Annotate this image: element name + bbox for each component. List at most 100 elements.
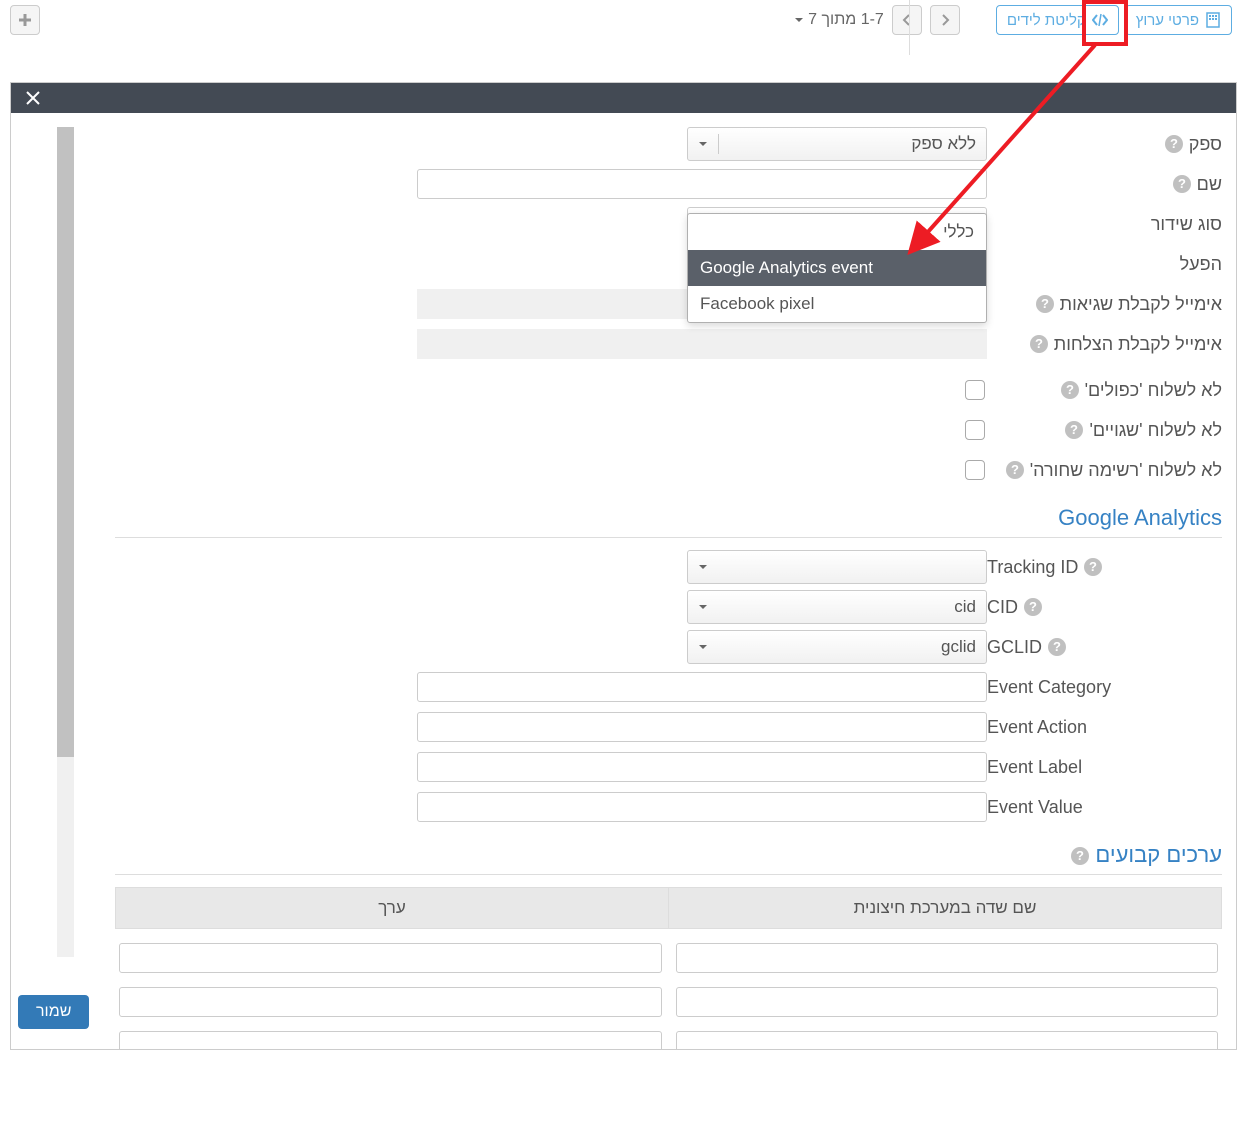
close-button[interactable] xyxy=(21,86,45,110)
lead-intake-button[interactable]: קליטת לידים xyxy=(996,5,1119,35)
help-icon[interactable]: ? xyxy=(1061,381,1079,399)
building-icon xyxy=(1205,12,1221,28)
pager-dropdown[interactable]: 1-7 מתוך 7 xyxy=(794,11,884,29)
supplier-label: ספק xyxy=(1189,134,1222,155)
chevron-left-icon xyxy=(901,14,913,26)
help-icon[interactable]: ? xyxy=(1065,421,1083,439)
event-value-label: Event Value xyxy=(987,797,1083,818)
section-divider xyxy=(115,537,1222,538)
svg-text:?: ? xyxy=(1076,848,1084,863)
ga-section-heading: Google Analytics xyxy=(91,505,1222,533)
help-icon[interactable]: ? xyxy=(1030,335,1048,353)
fixed-values-heading: ערכים קבועים ? xyxy=(91,842,1222,870)
activate-label: הפעל xyxy=(1180,254,1222,275)
section-divider xyxy=(115,874,1222,875)
caret-down-icon xyxy=(698,562,708,572)
event-category-input[interactable] xyxy=(417,672,987,702)
field-value-input[interactable] xyxy=(119,1031,662,1049)
fixed-values-heading-text: ערכים קבועים xyxy=(1095,842,1222,867)
svg-text:?: ? xyxy=(1178,176,1186,191)
name-label: שם xyxy=(1197,174,1222,195)
toolbar-divider xyxy=(909,0,910,55)
field-value-input[interactable] xyxy=(119,987,662,1017)
help-icon[interactable]: ? xyxy=(1036,295,1054,313)
field-name-input[interactable] xyxy=(676,943,1219,973)
dropdown-item-ga-event[interactable]: Google Analytics event xyxy=(688,250,986,286)
supplier-value: ללא ספק xyxy=(911,134,976,154)
help-icon[interactable]: ? xyxy=(1024,598,1042,616)
success-email-label: אימייל לקבלת הצלחות xyxy=(1054,334,1222,355)
svg-text:?: ? xyxy=(1053,639,1061,654)
svg-text:?: ? xyxy=(1170,136,1178,151)
code-icon xyxy=(1092,12,1108,28)
help-icon[interactable]: ? xyxy=(1084,558,1102,576)
chevron-right-icon xyxy=(939,14,951,26)
table-row xyxy=(115,1031,1222,1049)
help-icon[interactable]: ? xyxy=(1173,175,1191,193)
caret-down-icon xyxy=(698,642,708,652)
help-icon[interactable]: ? xyxy=(1165,135,1183,153)
help-icon[interactable]: ? xyxy=(1048,638,1066,656)
caret-down-icon xyxy=(698,602,708,612)
table-row xyxy=(115,987,1222,1017)
dropdown-item-general[interactable]: כללי xyxy=(688,214,986,250)
nav-prev-button[interactable] xyxy=(930,5,960,35)
add-button[interactable] xyxy=(10,5,40,35)
field-name-input[interactable] xyxy=(676,1031,1219,1049)
cid-select[interactable]: cid xyxy=(687,590,987,624)
channel-details-label: פרטי ערוץ xyxy=(1136,12,1199,29)
name-input[interactable] xyxy=(417,169,987,199)
no-duplicates-checkbox[interactable] xyxy=(965,380,985,400)
dropdown-item-fb-pixel[interactable]: Facebook pixel xyxy=(688,286,986,322)
event-value-input[interactable] xyxy=(417,792,987,822)
modal-body: ספק ? ללא ספק שם ? xyxy=(11,113,1236,1049)
cid-value: cid xyxy=(954,597,976,617)
gclid-value: gclid xyxy=(941,637,976,657)
caret-down-icon xyxy=(794,15,804,25)
event-label-label: Event Label xyxy=(987,757,1082,778)
svg-text:?: ? xyxy=(1041,296,1049,311)
no-blacklist-label: לא לשלוח 'רשימה שחורה' xyxy=(1030,460,1222,481)
close-icon xyxy=(24,89,42,107)
no-errors-label: לא לשלוח 'שגויים' xyxy=(1089,420,1222,441)
svg-text:?: ? xyxy=(1029,599,1037,614)
broadcast-type-label: סוג שידור xyxy=(1151,214,1222,235)
gclid-select[interactable]: gclid xyxy=(687,630,987,664)
channel-details-button[interactable]: פרטי ערוץ xyxy=(1125,5,1232,35)
lead-intake-label: קליטת לידים xyxy=(1007,12,1086,29)
supplier-select[interactable]: ללא ספק xyxy=(687,127,987,161)
svg-text:?: ? xyxy=(1011,462,1019,477)
broadcast-type-dropdown: כללי Google Analytics event Facebook pix… xyxy=(687,213,987,323)
error-email-label: אימייל לקבלת שגיאות xyxy=(1060,294,1222,315)
svg-text:?: ? xyxy=(1070,422,1078,437)
scrollbar-thumb[interactable] xyxy=(57,127,74,757)
table-row xyxy=(115,943,1222,973)
tracking-id-label: Tracking ID xyxy=(987,557,1078,578)
svg-text:?: ? xyxy=(1066,382,1074,397)
save-button[interactable]: שמור xyxy=(18,995,89,1029)
event-category-label: Event Category xyxy=(987,677,1111,698)
nav-next-button[interactable] xyxy=(892,5,922,35)
svg-text:?: ? xyxy=(1089,559,1097,574)
no-errors-checkbox[interactable] xyxy=(965,420,985,440)
plus-icon xyxy=(18,13,32,27)
field-name-input[interactable] xyxy=(676,987,1219,1017)
event-action-label: Event Action xyxy=(987,717,1087,738)
field-value-input[interactable] xyxy=(119,943,662,973)
col-field-header: שם שדה במערכת חיצונית xyxy=(668,888,1221,928)
modal-dialog: ספק ? ללא ספק שם ? xyxy=(10,82,1237,1050)
svg-text:?: ? xyxy=(1035,336,1043,351)
tracking-id-select[interactable] xyxy=(687,550,987,584)
cid-label: CID xyxy=(987,597,1018,618)
help-icon[interactable]: ? xyxy=(1071,847,1089,865)
success-email-input[interactable] xyxy=(417,329,987,359)
no-blacklist-checkbox[interactable] xyxy=(965,460,985,480)
scrollbar-track[interactable] xyxy=(57,127,74,957)
caret-down-icon xyxy=(698,139,708,149)
help-icon[interactable]: ? xyxy=(1006,461,1024,479)
no-duplicates-label: לא לשלוח 'כפולים' xyxy=(1085,380,1222,401)
fixed-values-table: שם שדה במערכת חיצונית ערך xyxy=(115,887,1222,1049)
modal-header xyxy=(11,83,1236,113)
event-action-input[interactable] xyxy=(417,712,987,742)
event-label-input[interactable] xyxy=(417,752,987,782)
